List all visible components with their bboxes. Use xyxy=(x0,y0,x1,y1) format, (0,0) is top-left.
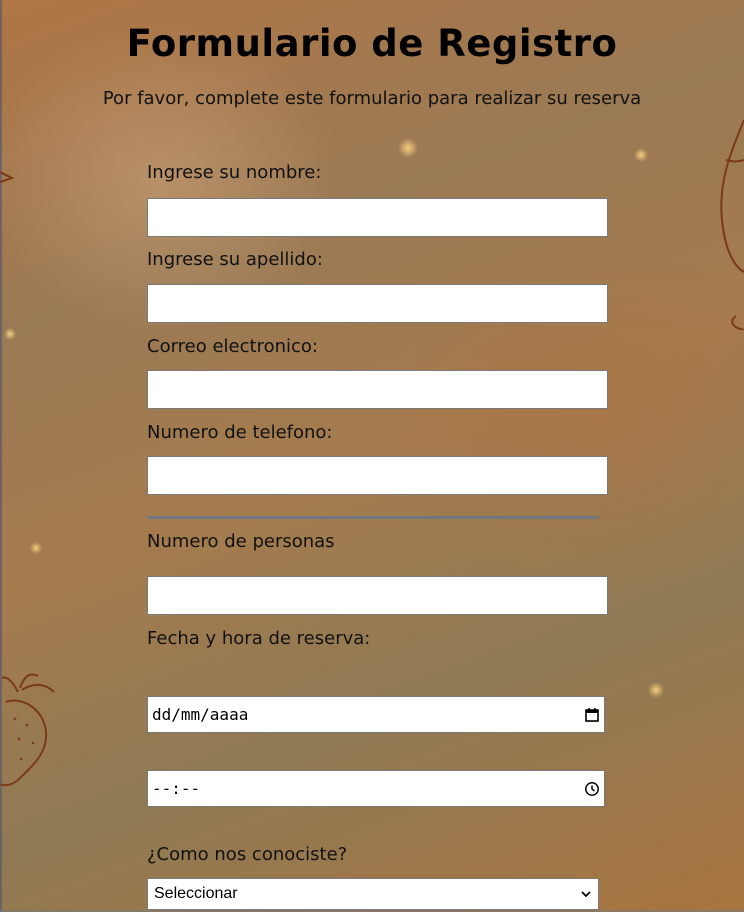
light-bokeh xyxy=(634,148,648,162)
time-input[interactable]: --:-- xyxy=(147,770,605,807)
light-bokeh xyxy=(648,682,664,698)
apellido-label: Ingrese su apellido: xyxy=(147,249,323,270)
como-select-value: Seleccionar xyxy=(154,885,238,902)
personas-input[interactable] xyxy=(147,576,608,615)
telefono-label: Numero de telefono: xyxy=(147,422,333,443)
light-bokeh xyxy=(30,542,42,554)
section-divider xyxy=(147,516,599,519)
nombre-label: Ingrese su nombre: xyxy=(147,162,322,183)
apellido-input[interactable] xyxy=(147,284,608,323)
page-title: Formulario de Registro xyxy=(126,22,618,65)
calendar-icon[interactable] xyxy=(584,707,600,723)
date-input[interactable]: dd/mm/aaaa xyxy=(147,696,605,733)
wine-glass-icon xyxy=(720,119,744,330)
telefono-input[interactable] xyxy=(147,456,608,495)
date-placeholder: dd/mm/aaaa xyxy=(152,705,249,724)
page-subtitle: Por favor, complete este formulario para… xyxy=(102,88,642,109)
leaf-icon xyxy=(0,171,14,183)
strawberry-icon xyxy=(0,673,55,787)
email-input[interactable] xyxy=(147,370,608,409)
chevron-down-icon xyxy=(581,891,591,898)
light-bokeh xyxy=(398,138,418,158)
light-bokeh xyxy=(4,328,16,340)
fecha-hora-label: Fecha y hora de reserva: xyxy=(147,628,371,649)
personas-label: Numero de personas xyxy=(147,531,335,552)
clock-icon[interactable] xyxy=(584,781,600,797)
time-placeholder: --:-- xyxy=(152,779,201,798)
como-label: ¿Como nos conociste? xyxy=(147,844,348,865)
correo-label: Correo electronico: xyxy=(147,336,318,357)
como-select[interactable]: Seleccionar xyxy=(147,878,599,910)
nombre-input[interactable] xyxy=(147,198,608,237)
